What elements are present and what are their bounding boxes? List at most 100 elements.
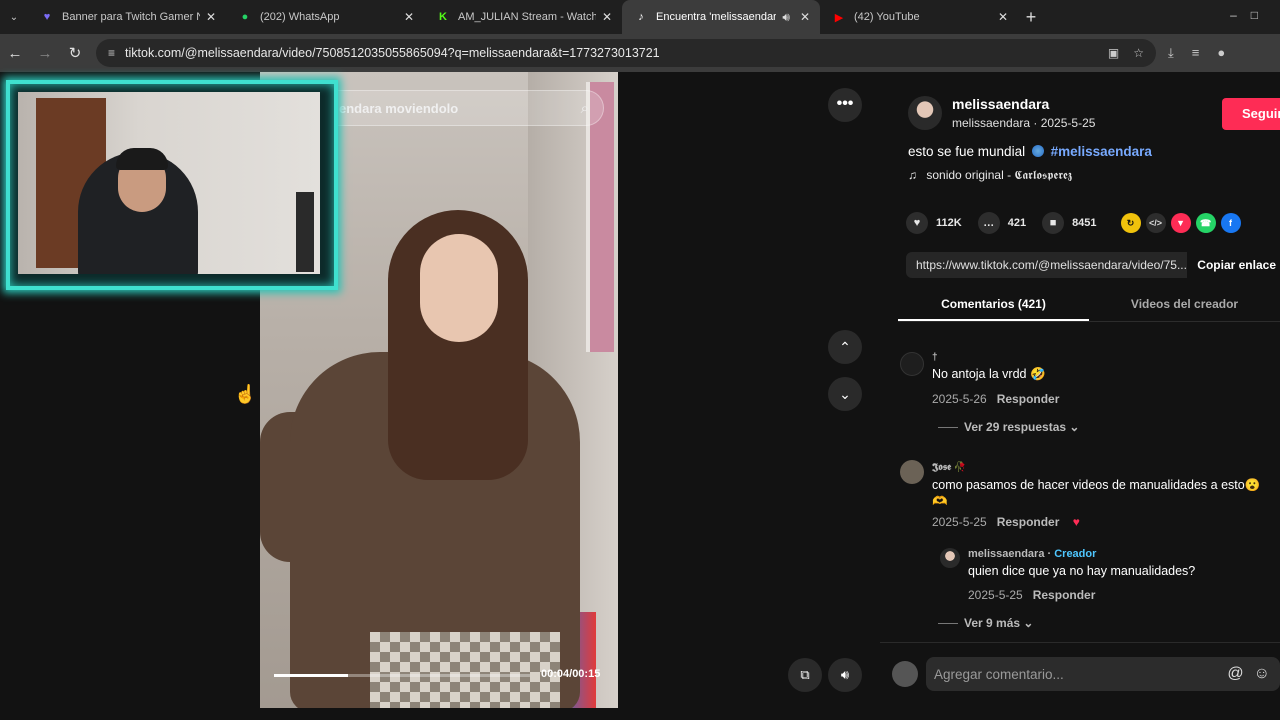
address-bar[interactable]: ≡ tiktok.com/@melissaendara/video/750851… [96,39,1156,67]
floating-player-button[interactable]: ⧉ [788,658,822,692]
commenter-avatar[interactable] [900,352,924,376]
url-text[interactable]: tiktok.com/@melissaendara/video/75085120… [125,46,1094,60]
browser-tab-4[interactable]: ♪ Encuentra 'melissaendara' e 🔊︎ ✕ [622,0,820,34]
search-text[interactable]: endara moviendolo [339,101,581,116]
comment-username[interactable]: 𝕵𝖔𝖘𝖊 🥀 [932,462,1276,473]
share-link-row: https://www.tiktok.com/@melissaendara/vi… [906,252,1280,278]
panel-tabs: Comentarios (421) Videos del creador [898,288,1280,322]
facebook-share-icon[interactable]: f [1220,213,1241,233]
reload-button[interactable]: ↻ [60,44,90,62]
close-icon[interactable]: ✕ [602,10,612,24]
next-video-button[interactable]: ⌄ [828,377,862,411]
new-tab-button[interactable]: + [1018,7,1044,28]
comment-action[interactable]: … 421 [977,212,1026,234]
site-info-icon[interactable]: ≡ [108,46,115,60]
browser-tab-5[interactable]: ▶ (42) YouTube ✕ [820,0,1018,34]
whatsapp-share-icon[interactable]: ☎ [1195,213,1216,233]
music-title[interactable]: sonido original - 𝕮𝖆𝖗𝖑𝖔𝖘𝖕𝖊𝖗𝖊𝖟 [926,168,1072,182]
reply-username[interactable]: melissaendara [968,548,1044,560]
comment-meta: 2025-5-25 Responder ♥ [932,515,1276,529]
creator-avatar[interactable] [940,548,960,568]
reply-header: melissaendara · Creador [968,548,1097,560]
window-controls[interactable]: –□ [1230,8,1272,22]
hand-cursor-icon: ☝ [234,384,257,404]
view-replies-link[interactable]: Ver 29 respuestas ⌄ [938,420,1079,434]
reply-button[interactable]: Responder [997,392,1060,406]
speaker-icon[interactable]: 🔊︎ [782,10,790,25]
back-button[interactable]: ← [0,45,30,62]
save-action[interactable]: ■ 8451 [1042,212,1097,234]
repost-icon[interactable]: ↻ [1120,213,1141,233]
creator-badge: Creador [1054,548,1097,560]
caption-text: esto se fue mundial [908,144,1026,159]
comment-text: No antoja la vrdd 🤣 [932,367,1046,381]
send-to-friends-icon[interactable]: ▼ [1170,213,1191,233]
comment-placeholder[interactable]: Agregar comentario... [934,667,1227,682]
music-row[interactable]: ♫ sonido original - 𝕮𝖆𝖗𝖑𝖔𝖘𝖕𝖊𝖗𝖊𝖟 [908,168,1072,183]
divider-line [938,623,958,624]
author-name[interactable]: melissaendara [952,96,1095,112]
close-icon[interactable]: ✕ [206,10,216,24]
close-icon[interactable]: ✕ [404,10,414,24]
profile-icon[interactable]: ● [1217,45,1225,61]
author-header: melissaendara melissaendara · 2025-5-25 [908,96,1095,130]
author-avatar[interactable] [908,96,942,130]
comment-input[interactable]: Agregar comentario... @ ☺ [926,657,1280,691]
comment-composer: Agregar comentario... @ ☺ [880,642,1280,720]
tiktok-icon: ♪ [638,11,644,23]
install-app-icon[interactable]: ▣ [1108,46,1119,60]
comment-bubble-icon[interactable]: … [977,212,1000,234]
follow-button[interactable]: Seguir [1222,98,1280,130]
creator-liked-icon: ♥ [1072,515,1080,529]
comment-meta: 2025-5-26 Responder [932,392,1059,406]
commenter-avatar[interactable] [900,460,924,484]
comment-item: † No antoja la vrdd 🤣 2025-5-26 Responder [932,352,1059,406]
webcam-chair [296,192,314,272]
media-control-icon[interactable]: ≡ [1192,45,1200,61]
whatsapp-icon: ● [241,11,249,23]
browser-tab-1[interactable]: ♥ Banner para Twitch Gamer Neó ✕ [28,0,226,34]
close-icon[interactable]: ✕ [998,10,1008,24]
reply-date: 2025-5-25 [968,588,1023,602]
more-options-button[interactable]: ••• [828,88,862,122]
reply-button[interactable]: Responder [1033,588,1096,602]
download-icon[interactable]: ⤓ [1168,45,1174,61]
forward-button[interactable]: → [30,45,60,62]
copy-link-button[interactable]: Copiar enlace [1187,252,1280,278]
my-avatar [892,661,918,687]
divider-line [938,427,958,428]
comment-username[interactable]: † [932,352,1059,363]
video-progress-bar[interactable] [274,674,530,677]
reply-button[interactable]: Responder [997,515,1060,529]
post-actions: ♥ 112K … 421 ■ 8451 ↻ </> ▼ ☎ f [906,212,1241,234]
browser-tab-3[interactable]: K AM_JULIAN Stream - Watch Liv ✕ [424,0,622,34]
bookmark-star-icon[interactable]: ☆ [1133,46,1144,60]
browser-tab-2[interactable]: ● (202) WhatsApp ✕ [226,0,424,34]
close-icon[interactable]: ✕ [800,10,810,24]
browser-tab-strip: ⌄ ♥ Banner para Twitch Gamer Neó ✕ ● (20… [0,0,1280,34]
tab-comments[interactable]: Comentarios (421) [898,288,1089,321]
reply-text: quien dice que ya no hay manualidades? [968,564,1196,578]
embed-code-icon[interactable]: </> [1145,213,1166,233]
heart-icon[interactable]: ♥ [906,212,928,234]
video-search-box[interactable]: endara moviendolo ⌕ [310,90,604,126]
previous-video-button[interactable]: ⌃ [828,330,862,364]
view-replies-label[interactable]: Ver 29 respuestas [964,420,1066,434]
webcam-overlay [6,80,338,290]
comment-item: 𝕵𝖔𝖘𝖊 🥀 como pasamos de hacer videos de m… [932,462,1276,529]
view-more-label[interactable]: Ver 9 más [964,616,1020,630]
mention-icon[interactable]: @ [1227,665,1243,683]
video-timecode: 00:04/00:15 [541,668,601,680]
tab-search-dropdown[interactable]: ⌄ [0,0,28,34]
tab-title: AM_JULIAN Stream - Watch Liv [458,11,596,23]
hashtag-link[interactable]: #melissaendara [1051,144,1152,159]
browser-toolbar: ← → ↻ ≡ tiktok.com/@melissaendara/video/… [0,34,1280,72]
search-icon[interactable]: ⌕ [581,100,589,117]
bookmark-icon[interactable]: ■ [1042,212,1065,234]
tab-creator-videos[interactable]: Videos del creador [1089,288,1280,321]
share-link-text[interactable]: https://www.tiktok.com/@melissaendara/vi… [916,258,1187,272]
view-more-replies-link[interactable]: Ver 9 más ⌄ [938,616,1033,630]
like-action[interactable]: ♥ 112K [906,212,962,234]
volume-button[interactable]: 🔊︎ [828,658,862,692]
emoji-icon[interactable]: ☺ [1254,665,1270,683]
